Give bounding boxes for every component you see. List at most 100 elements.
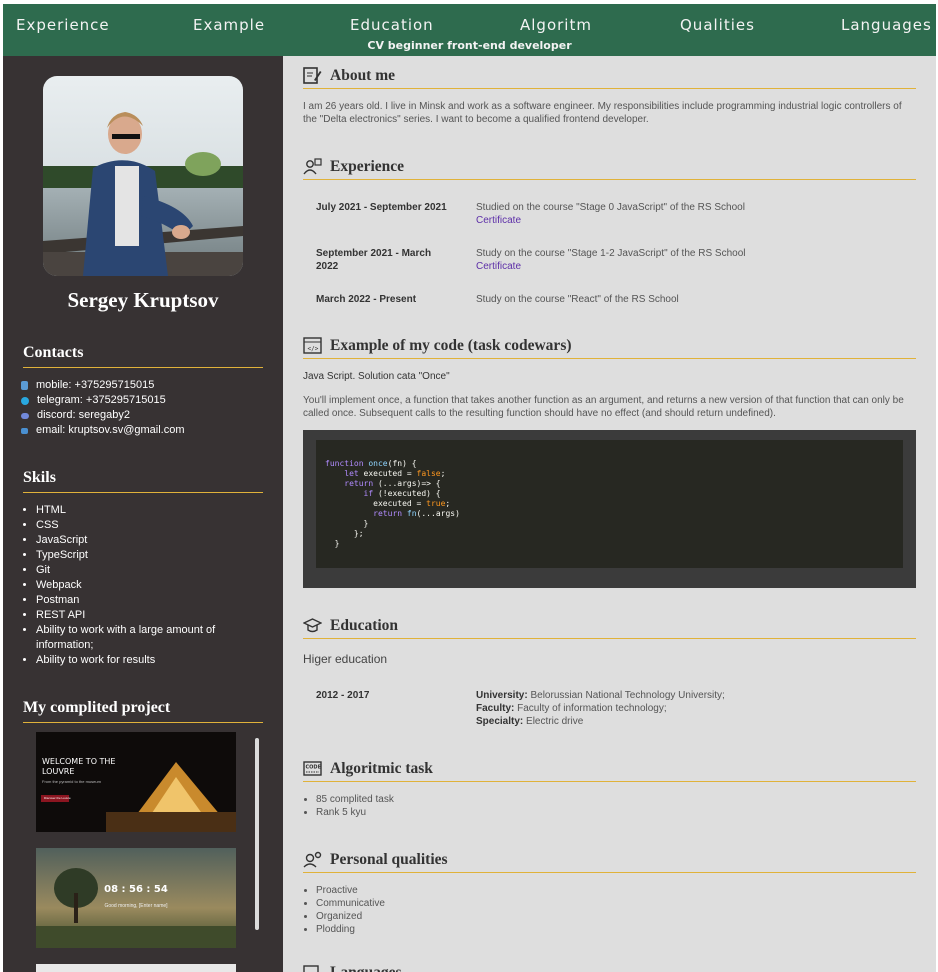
contacts-heading: Contacts [23, 344, 263, 368]
quality-item: Proactive [316, 884, 385, 897]
skill-item: Ability to work for results [36, 653, 241, 668]
experience-entry-2: Study on the course "Stage 1-2 JavaScrip… [476, 247, 906, 273]
contact-email-text: email: kruptsov.sv@gmail.com [36, 424, 185, 436]
specialty-label: Specialty: [476, 716, 524, 727]
profile-name: Sergey Kruptsov [67, 288, 219, 312]
top-header: Experience Example Education Algoritm Qu… [3, 4, 936, 56]
education-level: Higer education [303, 652, 388, 666]
main-nav: Experience Example Education Algoritm Qu… [3, 4, 936, 40]
experience-entry-1: Studied on the course "Stage 0 JavaScrip… [476, 201, 906, 227]
education-title: Education [330, 616, 399, 634]
experience-date-2: September 2021 - March 2022 [316, 248, 432, 272]
project-momentum-time: 08 : 56 : 54 [104, 884, 168, 895]
nav-link-experience[interactable]: Experience [16, 16, 110, 34]
project-louvre-thumbnail[interactable]: WELCOME TO THE LOUVRE From the pyramid t… [36, 732, 236, 832]
specialty-value: Electric drive [526, 716, 584, 727]
faculty-value: Faculty of information technology; [517, 703, 667, 714]
quality-item: Communicative [316, 897, 385, 910]
algoritmic-item: Rank 5 kyu [316, 806, 394, 819]
languages-section-header: Languages [303, 960, 916, 972]
nav-link-example[interactable]: Example [193, 16, 265, 34]
project-louvre-sub: From the pyramid to the museum [42, 779, 101, 784]
quality-item: Plodding [316, 923, 385, 936]
nav-link-qualities[interactable]: Qualities [680, 16, 755, 34]
education-date: 2012 - 2017 [316, 690, 370, 701]
svg-text:CODE: CODE [306, 765, 322, 771]
contact-telegram-text: telegram: +375295715015 [37, 394, 166, 406]
experience-desc-2: Study on the course "Stage 1-2 JavaScrip… [476, 248, 746, 259]
project-louvre-headline: WELCOME TO THE LOUVRE [42, 757, 116, 776]
education-details: University: Belorussian National Technol… [476, 689, 906, 728]
contact-mobile-text: mobile: +375295715015 [36, 379, 155, 391]
example-subtitle: Java Script. Solution cata "Once" [303, 371, 450, 382]
language-icon [303, 964, 319, 972]
worker-icon [303, 158, 322, 175]
discord-icon [21, 412, 29, 419]
university-label: University: [476, 690, 528, 701]
experience-section-header: Experience [303, 154, 916, 180]
projects-scrollbar[interactable] [255, 738, 259, 930]
certificate-link-1[interactable]: Certificate [476, 214, 906, 227]
about-title: About me [330, 66, 396, 84]
code-badge-icon: CODE [303, 761, 322, 776]
qualities-list: Proactive Communicative Organized Ploddi… [316, 884, 385, 936]
example-title: Example of my code (task codewars) [330, 336, 572, 354]
skill-item: Ability to work with a large amount of i… [36, 623, 241, 653]
contact-telegram[interactable]: telegram: +375295715015 [21, 393, 185, 408]
algoritmic-list: 85 complited task Rank 5 kyu [316, 793, 394, 819]
person-gear-icon [303, 851, 322, 868]
contact-email[interactable]: email: kruptsov.sv@gmail.com [21, 423, 185, 438]
nav-link-algoritm[interactable]: Algoritm [520, 16, 592, 34]
skill-item: Git [36, 563, 241, 578]
algoritmic-section-header: CODE Algoritmic task [303, 756, 916, 782]
example-text: You'll implement once, a function that t… [303, 395, 904, 419]
qualities-section-header: Personal qualities [303, 847, 916, 873]
experience-desc-3: Study on the course "React" of the RS Sc… [476, 294, 679, 305]
about-text: I am 26 years old. I live in Minsk and w… [303, 101, 902, 125]
main-content: About me I am 26 years old. I live in Mi… [283, 56, 936, 972]
languages-title: Languages [330, 964, 402, 972]
notepad-pen-icon [303, 67, 322, 84]
code-window-icon: </> [303, 337, 322, 354]
about-section-header: About me [303, 63, 916, 89]
quality-item: Organized [316, 910, 385, 923]
example-section-header: </> Example of my code (task codewars) [303, 333, 916, 359]
university-value: Belorussian National Technology Universi… [530, 690, 725, 701]
contact-mobile[interactable]: mobile: +375295715015 [21, 378, 185, 393]
qualities-title: Personal qualities [330, 850, 448, 868]
experience-date-3: March 2022 - Present [316, 294, 417, 305]
sidebar: Sergey Kruptsov Contacts mobile: +375295… [3, 56, 283, 972]
graduation-cap-icon [303, 618, 322, 633]
nav-link-education[interactable]: Education [350, 16, 434, 34]
email-icon [21, 427, 28, 434]
skills-heading: Skils [23, 469, 263, 493]
experience-title: Experience [330, 157, 405, 175]
svg-text:</>: </> [308, 346, 319, 353]
algoritmic-title: Algoritmic task [330, 759, 433, 777]
nav-link-languages[interactable]: Languages [841, 16, 932, 34]
page-subtitle: CV beginner front-end developer [367, 39, 572, 52]
project-third-thumbnail[interactable] [36, 964, 236, 972]
project-louvre-button: Discover the Louvre [44, 796, 71, 800]
contact-discord-text: discord: seregaby2 [37, 409, 130, 421]
contacts-list: mobile: +375295715015 telegram: +3752957… [21, 378, 185, 438]
profile-photo [43, 76, 243, 276]
experience-date-1: July 2021 - September 2021 [316, 202, 447, 213]
algoritmic-item: 85 complited task [316, 793, 394, 806]
project-momentum-thumbnail[interactable]: 08 : 56 : 54 Good morning, [Enter name] [36, 848, 236, 948]
telegram-icon [21, 396, 29, 405]
projects-list: WELCOME TO THE LOUVRE From the pyramid t… [36, 732, 236, 972]
skill-item: CSS [36, 518, 241, 533]
skills-list: HTML CSS JavaScript TypeScript Git Webpa… [36, 503, 241, 668]
skill-item: JavaScript [36, 533, 241, 548]
projects-heading: My complited project [23, 699, 263, 723]
certificate-link-2[interactable]: Certificate [476, 260, 906, 273]
code-block: function once(fn) { let executed = false… [303, 430, 916, 588]
code-editor: function once(fn) { let executed = false… [316, 440, 903, 568]
education-section-header: Education [303, 613, 916, 639]
skill-item: HTML [36, 503, 241, 518]
phone-icon [21, 381, 28, 390]
faculty-label: Faculty: [476, 703, 515, 714]
contact-discord[interactable]: discord: seregaby2 [21, 408, 185, 423]
project-momentum-greeting: Good morning, [Enter name] [104, 903, 168, 909]
